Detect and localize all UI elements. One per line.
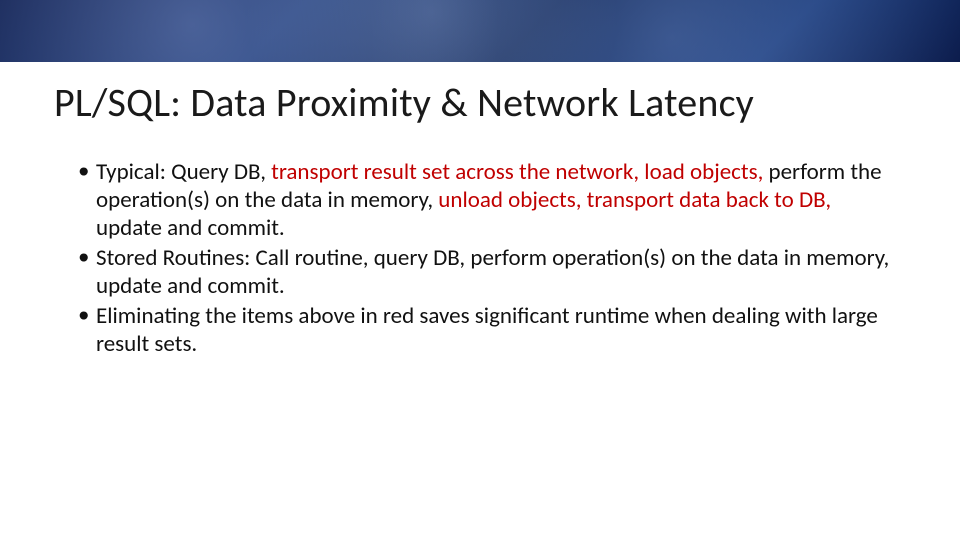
slide: PL/SQL: Data Proximity & Network Latency… <box>0 0 960 540</box>
bullet-1-red-2: unload objects, transport data back to D… <box>438 186 831 214</box>
slide-body: Typical: Query DB, transport result set … <box>78 158 900 360</box>
bullet-1-red-1: transport result set across the network,… <box>271 158 768 186</box>
bullet-3: Eliminating the items above in red saves… <box>78 302 900 358</box>
bullet-1: Typical: Query DB, transport result set … <box>78 158 900 242</box>
slide-title: PL/SQL: Data Proximity & Network Latency <box>54 78 754 127</box>
bullet-1-text-3: update and commit. <box>96 214 285 242</box>
bullet-2: Stored Routines: Call routine, query DB,… <box>78 244 900 300</box>
banner-image <box>0 0 960 62</box>
bullet-1-text-1: Typical: Query DB, <box>96 158 271 186</box>
